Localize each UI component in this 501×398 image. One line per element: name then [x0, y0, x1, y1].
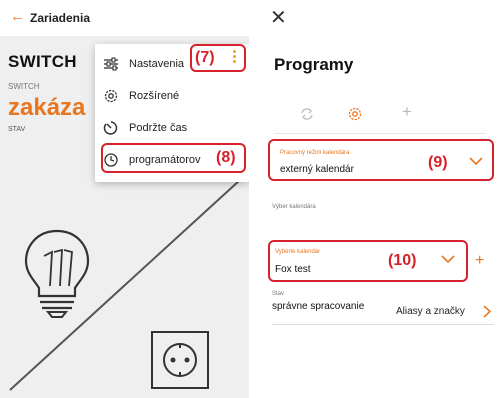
power-socket-icon: [151, 331, 209, 389]
kebab-menu-icon[interactable]: [232, 50, 238, 65]
callout-10: (10): [388, 252, 417, 269]
chevron-down-icon[interactable]: [441, 255, 455, 264]
gear-icon: [104, 89, 118, 103]
menu-item-label: Podržte čas: [129, 122, 188, 134]
highlight-box-10: [268, 240, 468, 282]
chevron-down-icon[interactable]: [469, 157, 483, 166]
back-arrow-icon[interactable]: ←: [10, 9, 25, 24]
sliders-icon: [104, 57, 118, 71]
sync-icon[interactable]: [300, 107, 314, 121]
callout-8: (8): [216, 149, 236, 166]
add-calendar-button[interactable]: +: [475, 253, 484, 269]
callout-7: (7): [195, 49, 215, 66]
programs-panel: ✕ Programy + Pracovný režim kalendára ex…: [260, 0, 501, 398]
light-bulb-icon: [24, 229, 90, 318]
tab-divider: [274, 133, 486, 134]
devices-panel: ← Zariadenia SWITCH SWITCH zakáza STAV N…: [0, 0, 249, 398]
status-value: správne spracovanie: [272, 301, 365, 312]
menu-item-advanced[interactable]: Rozšírené: [95, 82, 249, 110]
status-label: Stav: [272, 291, 285, 297]
alias-divider: [272, 324, 494, 325]
callout-9: (9): [428, 154, 448, 171]
top-bar: ← Zariadenia: [0, 0, 249, 36]
page-title: Programy: [274, 55, 354, 74]
plus-icon[interactable]: +: [402, 103, 412, 120]
calendar-mode-value[interactable]: externý kalendár: [280, 164, 354, 175]
calendar-mode-label: Pracovný režim kalendára: [280, 150, 350, 156]
aliases-link[interactable]: Aliasy a značky: [396, 306, 465, 317]
device-type: SWITCH: [8, 82, 40, 91]
page-title: Zariadenia: [30, 11, 91, 25]
gear-icon[interactable]: [348, 107, 362, 121]
close-icon[interactable]: ✕: [270, 8, 287, 28]
calendar-select-section-label: Výber kalendára: [272, 204, 316, 210]
device-state-label: STAV: [8, 126, 26, 133]
calendar-select-value[interactable]: Fox test: [275, 264, 311, 275]
chevron-right-icon[interactable]: [483, 305, 491, 318]
device-name: SWITCH: [8, 52, 77, 71]
timer-icon: [103, 121, 118, 135]
menu-item-label: Rozšírené: [129, 90, 180, 102]
device-state: zakáza: [8, 94, 86, 121]
calendar-select-label: Vyberte kalendár: [275, 249, 321, 255]
menu-item-label: Nastavenia: [129, 58, 185, 70]
menu-item-hold-time[interactable]: Podržte čas: [95, 114, 249, 142]
